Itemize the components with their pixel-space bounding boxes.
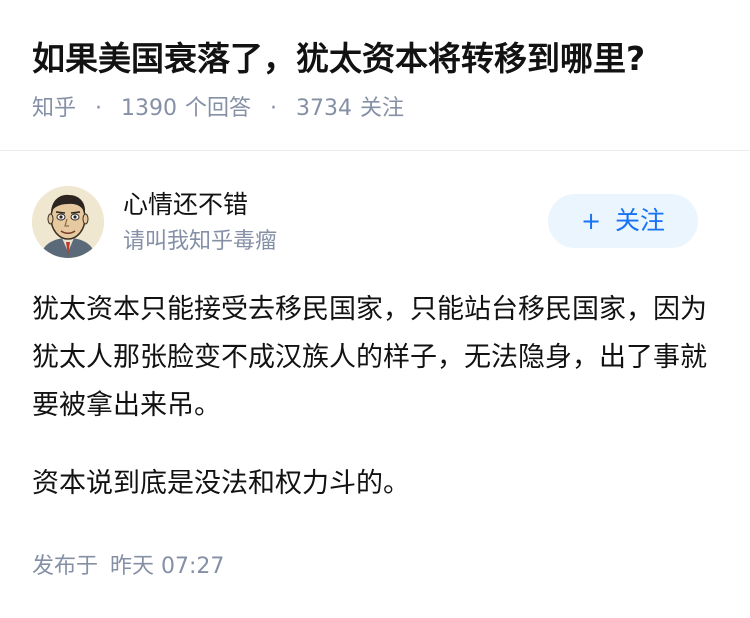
answer-content: 犹太资本只能接受去移民国家，只能站台移民国家，因为犹太人那张脸变不成汉族人的样子…: [32, 286, 718, 538]
published-time: 昨天 07:27: [110, 554, 225, 579]
author-headline: 请叫我知乎毒瘤: [123, 229, 278, 254]
author-row: 心情还不错 请叫我知乎毒瘤 + 关注: [0, 180, 750, 264]
follower-count: 3734: [296, 96, 353, 121]
answer-paragraph: 犹太资本只能接受去移民国家，只能站台移民国家，因为犹太人那张脸变不成汉族人的样子…: [32, 294, 707, 421]
question-meta: 知乎 · 1390 个回答 · 3734 关注: [32, 93, 404, 125]
question-header: 如果美国衰落了，犹太资本将转移到哪里? 知乎 · 1390 个回答 · 3734 关…: [0, 0, 750, 151]
follow-button[interactable]: + 关注: [548, 194, 698, 248]
cartoon-face-avatar-icon: [32, 186, 104, 258]
source-label[interactable]: 知乎: [32, 96, 76, 121]
author-name[interactable]: 心情还不错: [123, 188, 248, 222]
meta-separator: ·: [270, 96, 278, 121]
answer-count-label: 个回答: [185, 96, 252, 121]
answer-count: 1390: [121, 96, 178, 121]
plus-icon: +: [580, 207, 602, 235]
follower-count-label: 关注: [360, 96, 405, 121]
avatar[interactable]: [32, 186, 104, 258]
publish-info: 发布于 昨天 07:27: [32, 550, 224, 584]
question-title[interactable]: 如果美国衰落了，犹太资本将转移到哪里?: [32, 34, 645, 84]
published-label: 发布于: [32, 554, 99, 579]
answer-paragraph: 资本说到底是没法和权力斗的。: [32, 468, 410, 499]
meta-separator: ·: [95, 96, 103, 121]
follow-label: 关注: [615, 206, 666, 235]
